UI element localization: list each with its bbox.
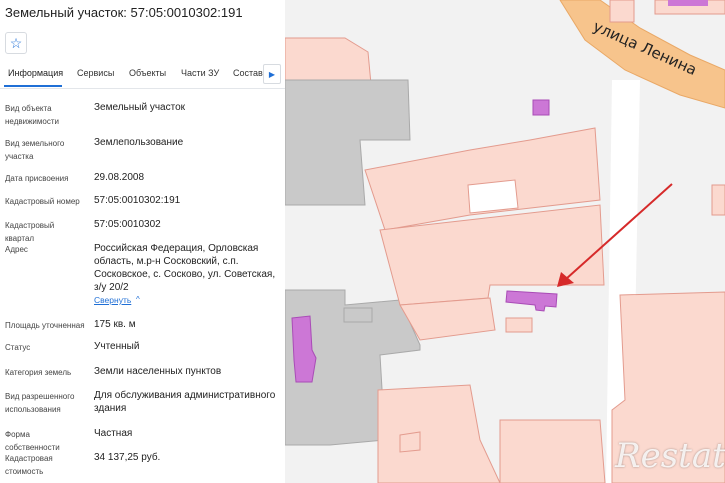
tab-parts[interactable]: Части ЗУ (181, 68, 219, 78)
field-value: 57:05:0010302:191 (94, 195, 181, 206)
tab-composition[interactable]: Состав (233, 68, 263, 78)
field-label: Кадастровая стоимость (5, 454, 53, 476)
field-value: Российская Федерация, Орловская область,… (94, 243, 276, 293)
field-value: Земли населенных пунктов (94, 366, 222, 377)
field-label: Кадастровый номер (5, 197, 80, 206)
favorite-button[interactable]: ☆ (5, 32, 27, 54)
field-label: Категория земель (5, 368, 72, 377)
parcel[interactable] (499, 419, 606, 483)
cadastral-map[interactable]: улица Ленина Restate (285, 0, 725, 483)
info-panel: Земельный участок: 57:05:0010302:191 ☆ И… (0, 0, 285, 483)
field-value: Землепользование (94, 137, 184, 148)
collapse-link[interactable]: Свернуть (94, 295, 131, 305)
tab-services[interactable]: Сервисы (77, 68, 114, 78)
star-icon: ☆ (9, 34, 23, 51)
building-highlight[interactable] (668, 0, 708, 6)
tab-objects[interactable]: Объекты (129, 68, 166, 78)
field-label: Адрес (5, 245, 28, 254)
field-label: Кадастровый квартал (5, 221, 55, 243)
tab-info[interactable]: Информация (8, 68, 63, 78)
field-label: Вид разрешенного использования (5, 392, 75, 414)
field-value: 29.08.2008 (94, 172, 145, 183)
field-value: 175 кв. м (94, 319, 136, 330)
chevron-up-icon[interactable]: ^ (136, 295, 140, 304)
field-value: Для обслуживания административного здани… (94, 390, 276, 414)
watermark-logo: Restate (615, 436, 725, 476)
gray-area (343, 307, 373, 323)
tabs-next-button[interactable]: ▶ (263, 64, 281, 84)
field-value: Учтенный (94, 341, 140, 352)
field-label: Площадь уточненная (5, 321, 85, 330)
parcel[interactable] (609, 0, 635, 23)
field-value: Земельный участок (94, 102, 186, 113)
field-label: Форма собственности (5, 430, 60, 452)
parcel[interactable] (711, 184, 725, 216)
field-value: 34 137,25 руб. (94, 452, 161, 463)
field-value: 57:05:0010302 (94, 219, 161, 230)
page-title: Земельный участок: 57:05:0010302:191 (5, 5, 243, 20)
field-label: Вид объекта недвижимости (5, 104, 59, 126)
parcel[interactable] (399, 431, 421, 453)
map-canvas[interactable]: улица Ленина (285, 0, 725, 483)
active-tab-indicator (4, 85, 62, 87)
field-label: Дата присвоения (5, 174, 69, 183)
parcel[interactable] (505, 317, 533, 333)
field-label: Вид земельного участка (5, 139, 65, 161)
chevron-right-icon: ▶ (268, 69, 276, 79)
building-highlight[interactable] (532, 99, 550, 116)
field-value: Частная (94, 428, 133, 439)
parcel-gap (467, 179, 519, 214)
tab-bar: Информация Сервисы Объекты Части ЗУ Сост… (0, 62, 285, 89)
field-label: Статус (5, 343, 31, 352)
